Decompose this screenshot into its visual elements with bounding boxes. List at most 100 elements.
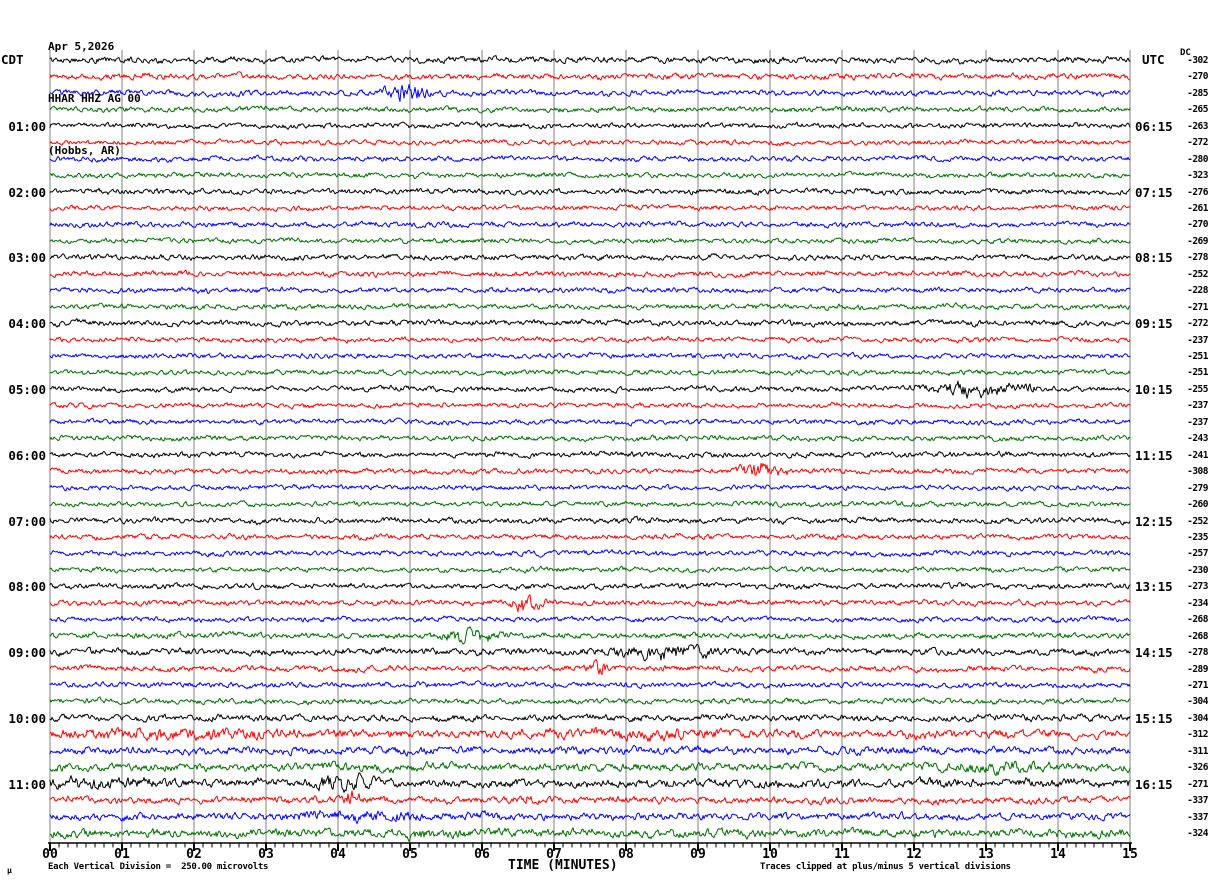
left-hour-label: 06:00 [8, 448, 46, 463]
dc-value-label: -251 [1187, 367, 1208, 378]
dc-value-label: -278 [1187, 252, 1208, 263]
trace-row-6 [49, 154, 1131, 163]
trace-row-25 [49, 462, 1131, 476]
dc-value-label: -272 [1187, 318, 1208, 329]
left-hour-label: 11:00 [8, 777, 46, 792]
trace-row-18 [49, 351, 1131, 360]
trace-row-46 [49, 810, 1131, 825]
footer-scale-note: Each Vertical Division = 250.00 microvol… [48, 862, 269, 872]
dc-value-label: -272 [1187, 137, 1208, 148]
dc-value-label: -324 [1187, 828, 1208, 839]
dc-value-label: -289 [1187, 664, 1208, 675]
dc-value-label: -252 [1187, 516, 1208, 527]
left-hour-label: 07:00 [8, 514, 46, 529]
header: Apr 5,2026 HHAR HHZ AG 00 (Hobbs, AR) [48, 2, 141, 196]
dc-value-label: -269 [1187, 236, 1208, 247]
x-tick-label: 06 [474, 847, 490, 862]
left-hour-label: 01:00 [8, 119, 46, 134]
x-tick-label: 05 [402, 847, 418, 862]
trace-row-45 [49, 790, 1131, 806]
trace-row-35 [49, 626, 1131, 645]
trace-row-28 [49, 515, 1131, 526]
trace-row-33 [49, 594, 1131, 613]
trace-row-17 [49, 335, 1131, 344]
left-axis-label: CDT [1, 52, 24, 67]
dc-value-label: -237 [1187, 400, 1208, 411]
x-tick-label: 00 [42, 847, 58, 862]
x-tick-label: 01 [114, 847, 130, 862]
trace-row-31 [49, 565, 1131, 574]
left-hour-label: 09:00 [8, 645, 46, 660]
trace-row-9 [49, 203, 1131, 213]
dc-value-label: -241 [1187, 450, 1208, 461]
dc-value-label: -257 [1187, 548, 1208, 559]
trace-row-22 [49, 417, 1131, 427]
trace-row-32 [49, 581, 1131, 591]
trace-row-40 [49, 713, 1131, 723]
dc-value-label: -237 [1187, 335, 1208, 346]
trace-row-38 [49, 680, 1131, 690]
x-axis-title: TIME (MINUTES) [508, 858, 618, 873]
trace-row-23 [49, 434, 1131, 442]
trace-row-41 [49, 726, 1131, 742]
dc-value-label: -263 [1187, 121, 1208, 132]
dc-value-label: -273 [1187, 581, 1208, 592]
dc-value-label: -312 [1187, 729, 1208, 740]
trace-row-47 [49, 826, 1131, 842]
trace-row-26 [49, 483, 1131, 492]
minute-grid-lines [49, 50, 1131, 843]
dc-value-label: -311 [1187, 746, 1208, 757]
dc-value-label: -271 [1187, 680, 1208, 691]
right-axis-label: UTC [1142, 52, 1165, 67]
dc-value-label: -252 [1187, 269, 1208, 280]
left-hour-label: 05:00 [8, 382, 46, 397]
x-tick-label: 09 [690, 847, 706, 862]
dc-value-label: -270 [1187, 71, 1208, 82]
x-tick-label: 10 [762, 847, 778, 862]
header-location: (Hobbs, AR) [48, 144, 121, 157]
trace-row-34 [49, 615, 1131, 624]
trace-row-20 [49, 380, 1131, 399]
left-hour-label: 04:00 [8, 316, 46, 331]
trace-row-7 [49, 170, 1131, 180]
trace-row-19 [49, 368, 1131, 377]
dc-value-label: -271 [1187, 302, 1208, 313]
helicorder-page: Apr 5,2026 HHAR HHZ AG 00 (Hobbs, AR) CD… [0, 0, 1210, 886]
dc-value-label: -279 [1187, 483, 1208, 494]
dc-value-label: -271 [1187, 779, 1208, 790]
trace-row-14 [49, 286, 1131, 294]
left-hour-label: 10:00 [8, 711, 46, 726]
trace-row-1 [49, 71, 1131, 81]
x-tick-label: 04 [330, 847, 346, 862]
dc-value-label: -235 [1187, 532, 1208, 543]
left-hour-label: 08:00 [8, 579, 46, 594]
trace-row-44 [49, 772, 1131, 793]
trace-rows [49, 55, 1131, 842]
x-tick-label: 03 [258, 847, 274, 862]
dc-value-label: -268 [1187, 614, 1208, 625]
dc-value-label: -278 [1187, 647, 1208, 658]
trace-row-30 [49, 549, 1131, 558]
dc-value-label: -337 [1187, 795, 1208, 806]
trace-row-37 [49, 658, 1131, 676]
trace-row-5 [49, 138, 1131, 147]
x-tick-label: 02 [186, 847, 202, 862]
left-hour-label: 02:00 [8, 185, 46, 200]
dc-value-label: -276 [1187, 187, 1208, 198]
dc-value-label: -230 [1187, 565, 1208, 576]
dc-value-label: -255 [1187, 384, 1208, 395]
dc-value-label: -337 [1187, 812, 1208, 823]
footer-glyph: μ [7, 866, 12, 875]
trace-row-2 [49, 84, 1131, 102]
trace-row-0 [49, 55, 1131, 65]
trace-row-39 [49, 696, 1131, 706]
x-tick-label: 12 [906, 847, 922, 862]
trace-row-29 [49, 532, 1131, 541]
header-station: HHAR HHZ AG 00 [48, 92, 141, 105]
dc-value-label: -304 [1187, 696, 1208, 707]
x-tick-label: 14 [1050, 847, 1066, 862]
trace-row-12 [49, 253, 1131, 262]
footer-clip-note: Traces clipped at plus/minus 5 vertical … [760, 862, 1011, 872]
dc-value-label: -304 [1187, 713, 1208, 724]
trace-row-43 [49, 760, 1131, 777]
